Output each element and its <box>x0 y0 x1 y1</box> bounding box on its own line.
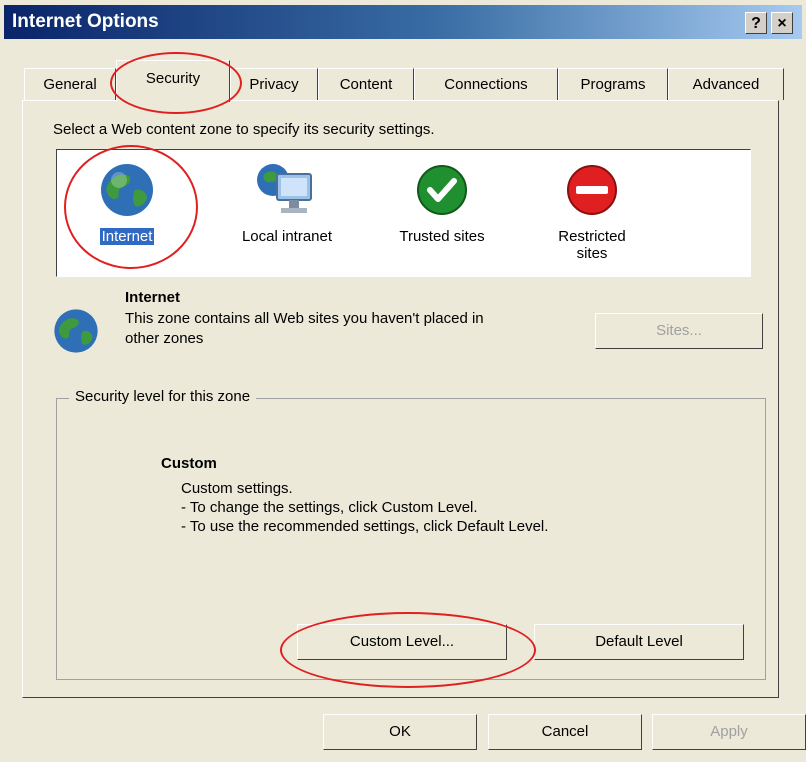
custom-level-button[interactable]: Custom Level... <box>297 624 507 660</box>
zone-internet[interactable]: Internet <box>77 160 177 245</box>
selected-zone-name: Internet <box>125 289 181 306</box>
check-icon <box>417 165 467 215</box>
security-tab-panel: Select a Web content zone to specify its… <box>22 100 779 698</box>
zone-trusted-sites[interactable]: Trusted sites <box>372 160 512 245</box>
close-button[interactable]: × <box>771 12 793 34</box>
tab-content[interactable]: Content <box>318 68 414 100</box>
description-line: - To change the settings, click Custom L… <box>181 499 478 516</box>
tab-security[interactable]: Security <box>116 60 230 102</box>
internet-options-dialog: Internet Options ? × General Security Pr… <box>0 0 806 762</box>
intranet-icon <box>257 164 312 213</box>
zone-restricted-sites[interactable]: Restricted sites <box>527 160 657 262</box>
security-level-name: Custom <box>161 455 217 472</box>
group-legend: Security level for this zone <box>69 388 257 405</box>
zone-label: Internet <box>99 228 155 245</box>
restricted-icon <box>567 165 617 215</box>
zone-label: Trusted sites <box>399 228 485 245</box>
default-level-button[interactable]: Default Level <box>534 624 744 660</box>
description-line: Custom settings. <box>181 480 293 497</box>
title-bar[interactable]: Internet Options ? × <box>4 5 802 39</box>
zone-list: Internet Local intranet Trusted sites Re… <box>56 149 751 277</box>
selected-zone-description: This zone contains all Web sites you hav… <box>125 310 484 347</box>
description-line: - To use the recommended settings, click… <box>181 518 549 535</box>
sites-button[interactable]: Sites... <box>595 313 763 349</box>
cancel-button[interactable]: Cancel <box>488 714 642 750</box>
tab-programs[interactable]: Programs <box>558 68 668 100</box>
tab-general[interactable]: General <box>24 68 116 100</box>
security-level-description: Custom settings. - To change the setting… <box>181 479 548 536</box>
globe-icon <box>54 309 98 353</box>
tab-advanced[interactable]: Advanced <box>668 68 784 100</box>
apply-button[interactable]: Apply <box>652 714 806 750</box>
zone-prompt: Select a Web content zone to specify its… <box>53 121 435 138</box>
zone-label: Restricted sites <box>558 228 626 262</box>
zone-label: Local intranet <box>241 228 333 245</box>
tab-connections[interactable]: Connections <box>414 68 558 100</box>
ok-button[interactable]: OK <box>323 714 477 750</box>
globe-icon <box>101 164 153 216</box>
window-title: Internet Options <box>12 11 159 32</box>
security-level-group: Security level for this zone Custom Cust… <box>56 388 766 680</box>
help-button[interactable]: ? <box>745 12 767 34</box>
zone-local-intranet[interactable]: Local intranet <box>217 160 357 245</box>
tab-privacy[interactable]: Privacy <box>230 68 318 100</box>
